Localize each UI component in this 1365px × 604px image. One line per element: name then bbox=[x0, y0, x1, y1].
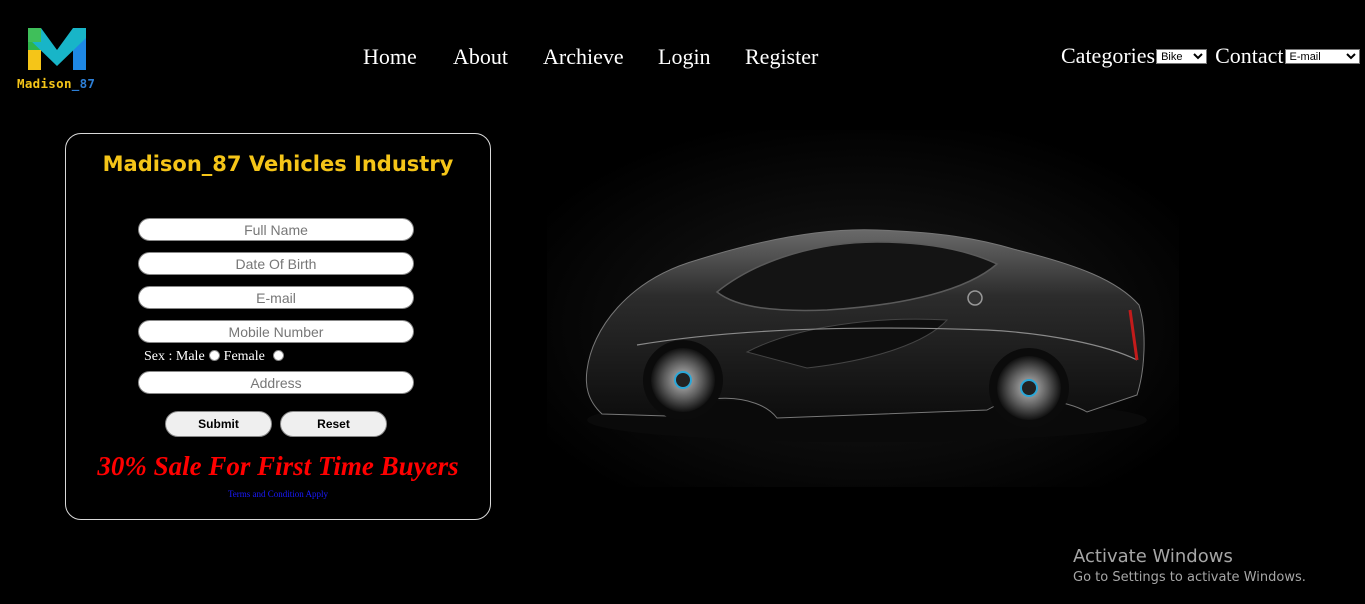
sex-male-label: Sex : Male bbox=[144, 349, 205, 364]
nav-register[interactable]: Register bbox=[745, 44, 818, 70]
dob-input[interactable] bbox=[138, 252, 414, 275]
male-radio[interactable] bbox=[208, 350, 220, 361]
email-input[interactable] bbox=[138, 286, 414, 309]
categories-label: Categories bbox=[1061, 43, 1156, 68]
nav-home[interactable]: Home bbox=[363, 44, 417, 70]
submit-button[interactable]: Submit bbox=[165, 411, 272, 437]
car-image bbox=[547, 130, 1179, 487]
contact-select[interactable]: E-mail bbox=[1284, 48, 1360, 64]
panel-title: Madison_87 Vehicles Industry bbox=[102, 152, 454, 176]
reset-button[interactable]: Reset bbox=[280, 411, 387, 437]
mobile-input[interactable] bbox=[138, 320, 414, 343]
activate-windows-watermark: Activate Windows Go to Settings to activ… bbox=[1073, 546, 1306, 585]
nav-archieve[interactable]: Archieve bbox=[543, 44, 624, 70]
categories-select[interactable]: Bike bbox=[1156, 48, 1208, 64]
logo-m-icon bbox=[28, 28, 86, 70]
nav-login[interactable]: Login bbox=[658, 44, 711, 70]
full-name-input[interactable] bbox=[138, 218, 414, 241]
contact-label: Contact bbox=[1215, 43, 1284, 68]
address-input[interactable] bbox=[138, 371, 414, 394]
site-logo[interactable]: Madison_87 bbox=[14, 22, 106, 94]
sex-row: Sex : Male Female bbox=[144, 349, 288, 365]
activate-title: Activate Windows bbox=[1073, 546, 1233, 567]
activate-subtitle: Go to Settings to activate Windows. bbox=[1073, 570, 1306, 585]
terms-link[interactable]: Terms and Condition Apply bbox=[66, 489, 490, 499]
right-nav: Categories Bike Contact E-mail bbox=[1061, 43, 1360, 69]
female-radio[interactable] bbox=[272, 350, 284, 361]
registration-panel: Madison_87 Vehicles Industry Sex : Male F… bbox=[65, 133, 491, 520]
female-label: Female bbox=[223, 349, 265, 364]
nav-about[interactable]: About bbox=[453, 44, 508, 70]
logo-text: Madison_87 bbox=[17, 76, 96, 91]
sale-banner: 30% Sale For First Time Buyers bbox=[97, 451, 459, 481]
